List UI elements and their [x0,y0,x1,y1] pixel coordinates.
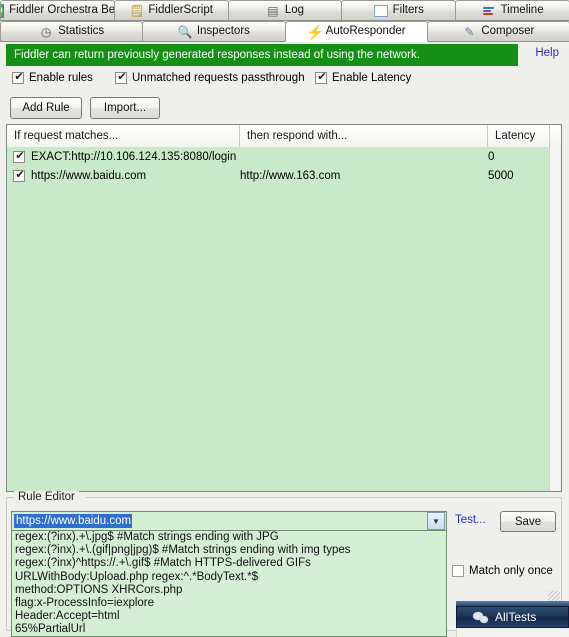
rule-respond-cell: http://www.163.com [240,169,341,182]
fiddlerscript-icon: 🗒 [129,3,145,18]
checkbox-label: Unmatched requests passthrough [132,72,305,84]
tab-label: Fiddler Orchestra Beta [9,3,115,16]
rule-match-text: https://www.baidu.com [31,169,147,182]
checkbox-box-icon[interactable] [452,565,464,577]
checkbox-enable-rules[interactable]: Enable rules [12,71,93,84]
tab-row-secondary: ◷ Statistics 🔍 Inspectors ⚡ AutoResponde… [0,21,569,42]
rules-list[interactable]: If request matches... then respond with.… [6,124,562,492]
group-border-left [6,497,14,498]
list-item[interactable]: regex:(?inx).+\.jpg$ #Match strings endi… [12,531,446,544]
rule-match-input-value[interactable]: https://www.baidu.com [14,514,133,528]
taskbar-item-label: AllTests [495,610,537,624]
log-icon: ▤ [267,3,279,18]
column-header-spacer [550,125,561,147]
list-item[interactable]: regex:(?inx).+\.(gif|png|jpg)$ #Match st… [12,544,446,557]
tab-log[interactable]: ▤ Log [227,0,343,21]
tab-composer[interactable]: ✎ Composer [426,21,569,42]
tab-statistics[interactable]: ◷ Statistics [0,21,144,42]
timeline-icon [482,4,496,18]
checkbox-enable-latency[interactable]: Enable Latency [315,71,412,84]
tab-label: Filters [392,3,424,16]
checkbox-box-icon[interactable] [115,71,128,84]
column-header-respond[interactable]: then respond with... [240,125,488,147]
list-item[interactable]: regex:(?inx)^https://.+\.gif$ #Match HTT… [12,557,446,570]
rule-match-cell[interactable]: https://www.baidu.com [7,166,240,185]
tab-timeline[interactable]: Timeline [455,0,569,21]
info-banner: Fiddler can return previously generated … [6,44,518,66]
rule-match-input[interactable]: https://www.baidu.com [12,512,427,530]
list-item[interactable]: URLWithBody:Upload.php regex:^.*BodyText… [12,571,446,584]
tab-row-primary: FO Fiddler Orchestra Beta 🗒 FiddlerScrip… [0,0,569,21]
add-rule-button[interactable]: Add Rule [10,97,82,119]
table-row[interactable]: EXACT:http://10.106.124.135:8080/login 0 [7,147,561,166]
chevron-down-icon[interactable]: ▼ [427,512,445,530]
tab-label: Composer [481,24,535,37]
fiddler-autoresponder-window: FO Fiddler Orchestra Beta 🗒 FiddlerScrip… [0,0,569,637]
rule-editor-title: Rule Editor [14,491,79,503]
wechat-icon [473,611,489,624]
rules-list-header: If request matches... then respond with.… [7,125,561,147]
tab-label: Inspectors [196,24,250,37]
rule-enabled-checkbox-icon[interactable] [13,169,26,182]
taskbar-underfill [456,628,569,637]
tab-fiddler-orchestra-beta[interactable]: FO Fiddler Orchestra Beta [0,0,115,21]
rule-latency-cell: 5000 [488,169,514,182]
table-row[interactable]: https://www.baidu.com http://www.163.com… [7,166,561,185]
help-link[interactable]: Help [535,47,559,59]
checkbox-match-only-once[interactable]: Match only once [452,565,553,577]
tab-inspectors[interactable]: 🔍 Inspectors [142,21,286,42]
checkbox-label: Match only once [469,565,553,577]
info-banner-text: Fiddler can return previously generated … [14,49,420,61]
tab-autoresponder[interactable]: ⚡ AutoResponder [284,21,428,42]
group-border-right [86,497,562,498]
rule-match-combobox[interactable]: https://www.baidu.com ▼ [11,511,447,531]
rule-match-dropdown-list[interactable]: regex:(?inx).+\.jpg$ #Match strings endi… [11,531,447,637]
rule-match-text: EXACT:http://10.106.124.135:8080/login [31,150,237,163]
lightning-bolt-icon: ⚡ [306,23,325,40]
checkbox-box-icon[interactable] [315,71,328,84]
fo-icon: FO [0,3,5,18]
tab-filters[interactable]: Filters [341,0,457,21]
pencil-note-icon: ✎ [464,24,475,39]
save-button[interactable]: Save [500,511,556,532]
checkbox-unmatched-passthrough[interactable]: Unmatched requests passthrough [115,71,305,84]
import-button[interactable]: Import... [90,97,160,119]
list-item[interactable]: flag:x-ProcessInfo=iexplore [12,597,446,610]
tab-strip: FO Fiddler Orchestra Beta 🗒 FiddlerScrip… [0,0,569,42]
rule-respond-cell [240,147,488,166]
tab-label: Log [284,3,305,16]
tab-label: AutoResponder [325,24,406,37]
checkbox-label: Enable Latency [332,72,412,84]
magnifier-icon: 🔍 [177,24,193,39]
rules-list-scrollbar[interactable] [549,147,561,491]
tab-label: Statistics [58,24,105,37]
column-header-latency[interactable]: Latency [488,125,550,147]
test-link[interactable]: Test... [455,514,486,526]
taskbar-item-alltests[interactable]: AllTests [456,606,569,628]
rule-enabled-checkbox-icon[interactable] [13,150,26,163]
list-item[interactable]: Header:Accept=html [12,610,446,623]
list-item[interactable]: 65%PartialUrl [12,623,446,636]
checkbox-label: Enable rules [29,72,93,84]
stopwatch-icon: ◷ [40,24,52,39]
checkbox-box-icon[interactable] [12,71,25,84]
column-header-match[interactable]: If request matches... [7,125,240,147]
filters-icon [373,5,388,17]
rule-match-cell[interactable]: EXACT:http://10.106.124.135:8080/login [7,147,240,166]
options-row: Enable rules Unmatched requests passthro… [0,70,569,90]
tab-label: FiddlerScript [148,3,213,16]
rule-latency-cell: 0 [488,150,495,163]
list-item[interactable]: method:OPTIONS XHRCors.php [12,584,446,597]
tab-fiddlerscript[interactable]: 🗒 FiddlerScript [113,0,229,21]
tab-label: Timeline [500,3,544,16]
